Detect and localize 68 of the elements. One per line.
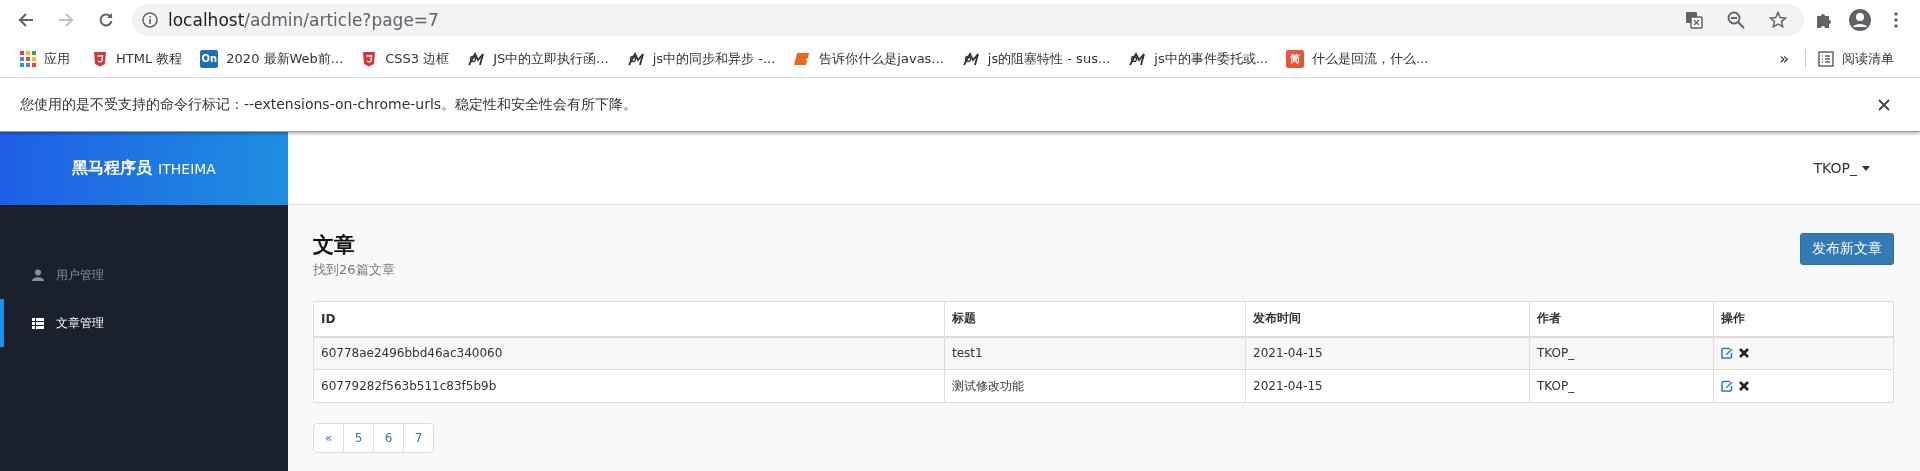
- page-link[interactable]: 6: [373, 423, 404, 453]
- site-badge-icon: On: [200, 49, 219, 68]
- page-link[interactable]: 7: [403, 423, 434, 453]
- delete-icon[interactable]: [1739, 348, 1749, 359]
- bookmark[interactable]: 应用: [14, 44, 86, 73]
- delete-icon[interactable]: [1739, 381, 1749, 391]
- table-cell: 60778ae2496bbd46ac340060: [313, 336, 945, 370]
- shield-icon: [92, 50, 108, 67]
- bookmark[interactable]: 简 什么是回流，什么...: [1280, 44, 1441, 73]
- forward-arrow-icon: [58, 12, 74, 28]
- more-vertical-icon: [1894, 12, 1898, 28]
- bird-logo-icon: [626, 50, 645, 67]
- reading-list-button[interactable]: 阅读清单: [1812, 44, 1906, 73]
- list-icon: [32, 317, 44, 329]
- info-icon: [142, 12, 158, 28]
- column-header: ID: [313, 301, 945, 337]
- table-cell: TKOP_: [1529, 369, 1714, 403]
- table-cell: TKOP_: [1529, 336, 1714, 370]
- address-bar[interactable]: localhost/admin/article?page=7: [132, 4, 1804, 36]
- table-cell: 测试修改功能: [944, 369, 1246, 403]
- puzzle-icon: [1815, 11, 1833, 29]
- translate-icon: [1685, 11, 1703, 29]
- table-cell: 2021-04-15: [1245, 369, 1530, 403]
- table-cell: 60779282f563b511c83f5b9b: [313, 369, 945, 403]
- user-menu[interactable]: TKOP_: [1813, 160, 1870, 176]
- bird-logo-icon: [961, 50, 980, 67]
- sidebar-item[interactable]: 用户管理: [0, 251, 288, 299]
- brand-name: 黑马程序员: [72, 158, 153, 179]
- bird-logo-icon: [467, 50, 486, 67]
- back-arrow-icon: [18, 12, 34, 28]
- table-cell: 2021-04-15: [1245, 336, 1530, 370]
- zoom-out-icon: [1727, 11, 1745, 29]
- column-header: 作者: [1529, 301, 1714, 337]
- bookmark[interactable]: 告诉你什么是javas...: [787, 44, 956, 73]
- bird-logo-icon: [1128, 50, 1147, 67]
- user-icon: [32, 269, 44, 281]
- edit-icon[interactable]: [1721, 347, 1733, 360]
- brand-subtitle: ITHEIMA: [158, 160, 216, 177]
- close-icon: [1878, 98, 1890, 111]
- star-icon: [1769, 11, 1787, 29]
- list-icon: [1818, 50, 1834, 67]
- apps-grid-icon: [20, 50, 36, 67]
- more-bookmarks-button[interactable]: »: [1769, 49, 1799, 68]
- url-text: localhost/admin/article?page=7: [168, 10, 439, 30]
- new-article-button[interactable]: 发布新文章: [1800, 233, 1894, 265]
- caret-icon: [1862, 165, 1870, 171]
- warning-message: 您使用的是不受支持的命令行标记：--extensions-on-chrome-urls。稳定性和安全性会有所下降。: [20, 95, 639, 114]
- edit-icon[interactable]: [1721, 380, 1733, 392]
- bookmark[interactable]: js中的事件委托或...: [1122, 44, 1281, 73]
- avatar-icon: [1848, 8, 1872, 32]
- bookmark[interactable]: JS中的立即执行函...: [461, 44, 621, 73]
- column-header: 发布时间: [1245, 301, 1530, 337]
- page-link[interactable]: 5: [343, 423, 374, 453]
- table-cell: test1: [944, 336, 1246, 370]
- column-header: 标题: [944, 301, 1246, 337]
- reload-icon: [98, 12, 114, 28]
- logo-icon: [793, 50, 812, 67]
- bookmark[interactable]: js的阻塞特性 - sus...: [955, 44, 1123, 73]
- site-badge-icon: 简: [1286, 49, 1305, 68]
- page-link[interactable]: «: [313, 423, 344, 453]
- column-header: 操作: [1713, 301, 1894, 337]
- result-count: 找到26篇文章: [313, 261, 395, 279]
- bookmark[interactable]: js中的同步和异步 -...: [620, 44, 788, 73]
- page-title: 文章: [313, 232, 356, 259]
- bookmark[interactable]: On 2020 最新Web前...: [194, 44, 356, 73]
- bookmark[interactable]: CSS3 边框: [355, 44, 462, 73]
- bookmark[interactable]: HTML 教程: [86, 44, 195, 73]
- shield-icon: [361, 50, 378, 67]
